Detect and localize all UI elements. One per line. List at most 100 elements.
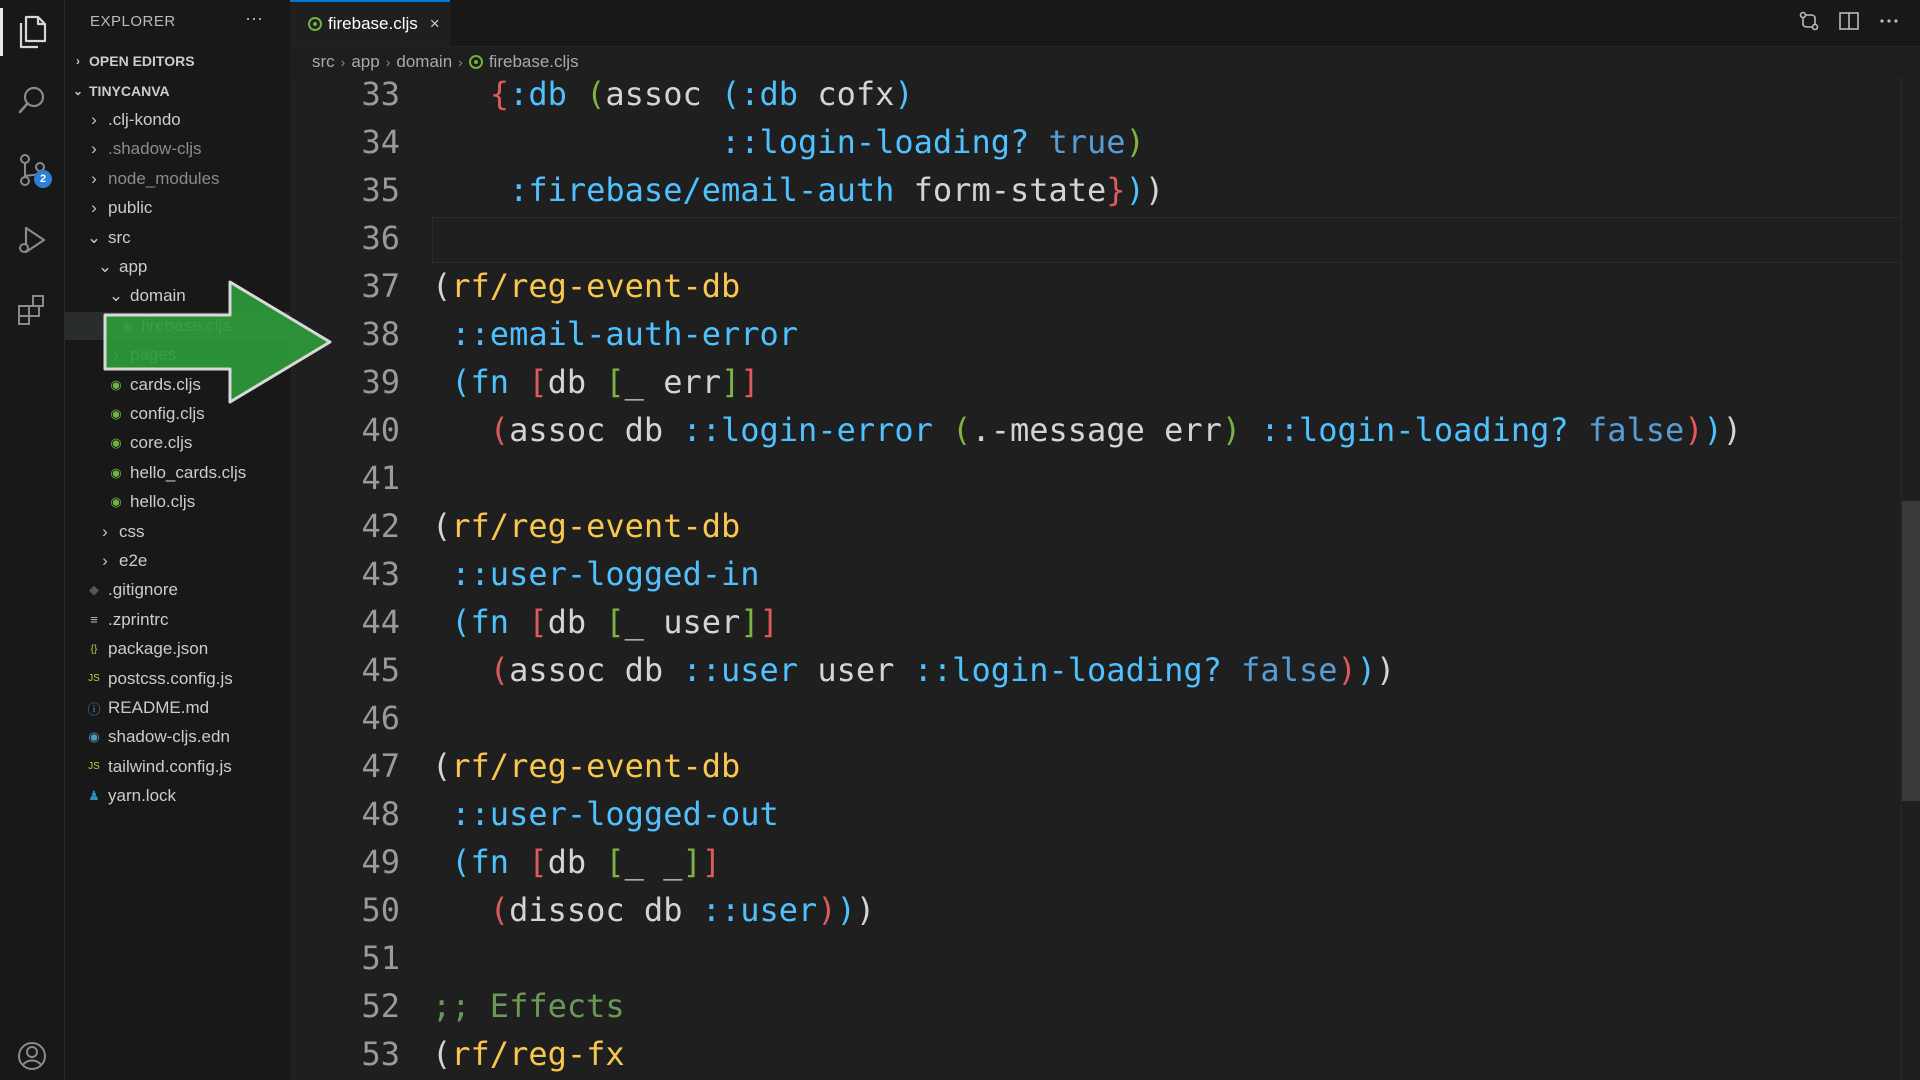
- tree-item-label: .zprintrc: [108, 609, 169, 629]
- project-section[interactable]: ⌄ TINYCANVA: [65, 78, 296, 104]
- code-line: 53 (rf/reg-fx: [290, 1030, 1920, 1078]
- line-number: 34: [361, 123, 400, 161]
- folder-item[interactable]: › e2e: [65, 547, 322, 575]
- cljs-file-icon: [308, 17, 322, 31]
- explorer-more-button[interactable]: ···: [245, 8, 263, 29]
- tree-item-label: node_modules: [108, 168, 220, 188]
- breadcrumb-app[interactable]: app: [351, 52, 379, 72]
- tree-item-label: core.cljs: [130, 433, 193, 453]
- code-line: 44 (fn [db [_ user]]: [290, 598, 1920, 646]
- open-editors-section[interactable]: › OPEN EDITORS: [65, 48, 296, 74]
- code-line: 34 ::login-loading? true): [290, 118, 1920, 166]
- breadcrumb: src › app › domain › firebase.cljs: [290, 48, 1920, 76]
- breadcrumb-file[interactable]: firebase.cljs: [489, 52, 579, 72]
- chevron-right-icon: ›: [102, 551, 108, 570]
- code-line: 48 ::user-logged-out: [290, 790, 1920, 838]
- line-number: 33: [361, 76, 400, 113]
- folder-item[interactable]: › public: [65, 194, 311, 222]
- cljs-file-icon: ◉: [110, 464, 122, 480]
- scm-badge: 2: [34, 170, 52, 188]
- code-line: 47 (rf/reg-event-db: [290, 742, 1920, 790]
- tree-item-label: e2e: [119, 551, 148, 570]
- code-line: 39 (fn [db [_ err]]: [290, 358, 1920, 406]
- code-line: 45 (assoc db ::user user ::login-loading…: [290, 646, 1920, 694]
- breadcrumb-src[interactable]: src: [312, 52, 335, 72]
- tree-item-label: config.cljs: [130, 404, 205, 423]
- project-label: TINYCANVA: [89, 83, 170, 99]
- explorer-title: EXPLORER: [90, 13, 176, 30]
- file-item[interactable]: {} package.json: [65, 635, 311, 663]
- file-item[interactable]: ⓘ README.md: [65, 694, 311, 722]
- cljs-file-icon: ◉: [110, 435, 122, 451]
- pointer-arrow-icon: [103, 280, 332, 404]
- folder-item[interactable]: › node_modules: [65, 165, 311, 193]
- tree-item-label: shadow-cljs.edn: [108, 727, 230, 747]
- code-line: 42 (rf/reg-event-db: [290, 502, 1920, 550]
- code-text: ::login-loading? true): [720, 123, 1145, 161]
- folder-item[interactable]: › .clj-kondo: [65, 106, 311, 134]
- code-line: 37 (rf/reg-event-db: [290, 262, 1920, 310]
- tab-bar: firebase.cljs ×: [290, 0, 1920, 47]
- code-text: (assoc db ::login-error (.-message err) …: [489, 411, 1743, 449]
- search-button[interactable]: [0, 70, 64, 130]
- code-text: {:db (assoc (:db cofx): [489, 76, 914, 113]
- config-lines-icon: ≡: [90, 612, 98, 628]
- code-text: :firebase/email-auth form-state})): [509, 171, 1165, 209]
- chevron-down-icon: ⌄: [86, 227, 102, 247]
- files-icon: [19, 15, 47, 49]
- account-button[interactable]: [0, 1032, 64, 1080]
- folder-item[interactable]: › css: [65, 518, 322, 546]
- code-line: 50 (dissoc db ::user))): [290, 886, 1920, 934]
- line-number: 53: [361, 1035, 400, 1073]
- code-text: (rf/reg-event-db: [432, 747, 741, 785]
- scrollbar-thumb[interactable]: [1902, 501, 1920, 801]
- code-text: (assoc db ::user user ::login-loading? f…: [489, 651, 1396, 689]
- tree-item-label: .shadow-cljs: [108, 139, 202, 159]
- chevron-right-icon: ›: [76, 54, 80, 68]
- tree-item-label: hello_cards.cljs: [130, 462, 247, 482]
- code-line: 51: [290, 934, 1920, 982]
- yarn-icon: ♟: [88, 788, 100, 804]
- source-control-button[interactable]: 2: [0, 140, 64, 200]
- run-debug-button[interactable]: [0, 210, 64, 270]
- tree-item-label: public: [108, 198, 153, 218]
- folder-item[interactable]: ⌄ src: [65, 224, 311, 252]
- tab-close-button[interactable]: ×: [430, 14, 440, 34]
- line-number: 45: [361, 651, 400, 689]
- more-actions-icon[interactable]: [1878, 10, 1900, 32]
- explorer-button[interactable]: [0, 2, 64, 62]
- chevron-right-icon: ›: [91, 168, 97, 188]
- tab-firebase-cljs[interactable]: firebase.cljs ×: [290, 0, 450, 46]
- code-text: (fn [db [_ err]]: [451, 363, 760, 401]
- code-line: 33 {:db (assoc (:db cofx): [290, 76, 1920, 118]
- file-item[interactable]: ≡ .zprintrc: [65, 606, 311, 634]
- folder-item[interactable]: ⌄ app: [65, 253, 322, 281]
- cljs-file-icon: ◉: [110, 494, 122, 510]
- code-line: 35 :firebase/email-auth form-state})): [290, 166, 1920, 214]
- folder-item[interactable]: › .shadow-cljs: [65, 135, 311, 163]
- chevron-right-icon: ›: [91, 110, 97, 129]
- code-line: 40 (assoc db ::login-error (.-message er…: [290, 406, 1920, 454]
- chevron-right-icon: ›: [91, 198, 97, 218]
- file-item[interactable]: JS tailwind.config.js: [65, 753, 311, 781]
- cljs-file-icon: [468, 55, 483, 69]
- file-item[interactable]: ◉ shadow-cljs.edn: [65, 723, 311, 751]
- run-debug-icon: [19, 226, 46, 254]
- file-item[interactable]: JS postcss.config.js: [65, 665, 311, 693]
- code-editor[interactable]: 33 {:db (assoc (:db cofx) 34 ::login-load…: [290, 76, 1920, 1080]
- code-line: 41: [290, 454, 1920, 502]
- split-editor-icon[interactable]: [1838, 10, 1860, 32]
- extensions-button[interactable]: [0, 280, 64, 340]
- line-number: 40: [361, 411, 400, 449]
- git-icon: ◆: [89, 582, 99, 598]
- javascript-icon: JS: [88, 673, 100, 685]
- code-text: ::user-logged-out: [451, 795, 779, 833]
- breadcrumb-domain[interactable]: domain: [396, 52, 452, 72]
- extensions-icon: [18, 295, 44, 325]
- file-item[interactable]: ◆ .gitignore: [65, 576, 311, 604]
- compare-changes-icon[interactable]: [1798, 10, 1820, 32]
- tree-item-label: css: [119, 521, 145, 541]
- file-item[interactable]: ♟ yarn.lock: [65, 782, 311, 810]
- line-number: 52: [361, 987, 400, 1025]
- vertical-scrollbar[interactable]: [1901, 76, 1920, 1080]
